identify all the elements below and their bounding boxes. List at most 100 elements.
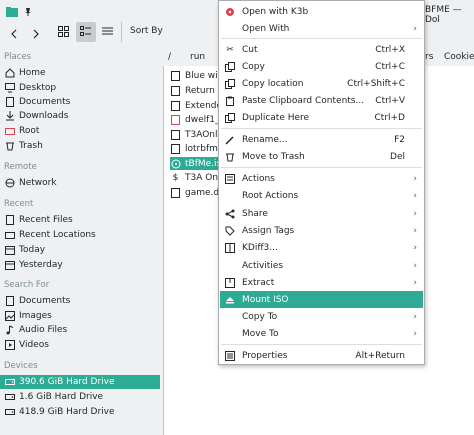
window-title-fragment: BFME — Dol [425, 5, 462, 25]
sidebar-item-recent-files[interactable]: Recent Files [0, 213, 160, 227]
menu-item-root-actions[interactable]: Root Actions › [220, 187, 423, 204]
forward-icon[interactable] [26, 24, 46, 44]
menu-item-duplicate[interactable]: Duplicate Here Ctrl+D [220, 109, 423, 126]
file-item[interactable]: $ T3A Onli [170, 171, 223, 184]
video-icon [4, 339, 16, 351]
documents-icon [4, 96, 16, 108]
sidebar-item-network[interactable]: Network [0, 176, 160, 190]
network-icon [4, 177, 16, 189]
file-item[interactable]: dwelf1_ [170, 113, 220, 126]
hard-drive-icon [4, 391, 16, 403]
sort-by-button[interactable]: Sort By [130, 26, 163, 36]
menu-label: Copy location [242, 78, 304, 89]
sidebar-item-home[interactable]: Home [0, 66, 160, 80]
sidebar-item-recent-locations[interactable]: Recent Locations [0, 228, 160, 242]
sidebar-item-label: Audio Files [19, 325, 68, 335]
menu-item-activities[interactable]: Activities › [220, 257, 423, 274]
menu-item-kdiff3[interactable]: KDiff3... › [220, 239, 423, 256]
chevron-right-icon: › [413, 277, 417, 288]
menu-item-share[interactable]: Share › [220, 205, 423, 222]
menu-label: Actions [242, 173, 275, 184]
menu-item-mount-iso[interactable]: Mount ISO [220, 291, 423, 308]
cut-icon: ✂ [226, 44, 234, 55]
menu-shortcut: F2 [394, 134, 405, 145]
breadcrumb-folder[interactable]: rs [425, 52, 433, 62]
sidebar-item-yesterday[interactable]: Yesterday [0, 258, 160, 272]
sidebar-item-label: Trash [19, 141, 43, 151]
sidebar-item-downloads[interactable]: Downloads [0, 109, 160, 123]
menu-item-paste[interactable]: Paste Clipboard Contents... Ctrl+V [220, 92, 423, 109]
sidebar-item-audio[interactable]: Audio Files [0, 323, 160, 337]
menu-label: Copy To [242, 311, 278, 322]
desktop-icon [4, 82, 16, 94]
file-item[interactable]: Extende [170, 99, 222, 112]
script-icon: $ [172, 172, 179, 183]
sidebar-item-trash[interactable]: Trash [0, 139, 160, 153]
menu-item-open-with[interactable]: Open With › [220, 20, 423, 37]
menu-item-copy-to[interactable]: Copy To › [220, 308, 423, 325]
sidebar-item-search-documents[interactable]: Documents [0, 294, 160, 308]
sidebar-item-today[interactable]: Today [0, 243, 160, 257]
menu-label: Activities [242, 260, 284, 271]
menu-item-move-to[interactable]: Move To › [220, 325, 423, 342]
chevron-right-icon: › [413, 173, 417, 184]
menu-shortcut: Del [390, 151, 405, 162]
sidebar-item-root[interactable]: Root [0, 124, 160, 138]
menu-separator [221, 344, 422, 345]
pin-icon[interactable] [18, 2, 38, 22]
menu-item-copy-location[interactable]: Copy location Ctrl+Shift+C [220, 75, 423, 92]
file-item-selected[interactable]: tBfMe.is [170, 157, 226, 170]
file-item[interactable]: lotrbfme [170, 142, 223, 155]
calendar-icon [4, 244, 16, 256]
blank-icon [224, 311, 236, 323]
menu-item-copy[interactable]: Copy Ctrl+C [220, 58, 423, 75]
file-name: tBfMe.is [185, 158, 222, 169]
menu-item-properties[interactable]: Properties Alt+Return [220, 347, 423, 364]
rename-icon [224, 134, 236, 146]
image-icon [4, 310, 16, 322]
details-view-icon[interactable] [98, 22, 118, 42]
sidebar-item-images[interactable]: Images [0, 309, 160, 323]
file-name: dwelf1_ [185, 114, 220, 125]
menu-item-actions[interactable]: Actions › [220, 170, 423, 187]
menu-shortcut: Ctrl+Shift+C [347, 78, 405, 89]
menu-item-cut[interactable]: ✂ Cut Ctrl+X [220, 41, 423, 58]
menu-item-rename[interactable]: Rename... F2 [220, 131, 423, 148]
compact-view-icon[interactable] [76, 22, 96, 42]
eject-icon [224, 294, 236, 306]
sidebar-item-label: Images [19, 311, 52, 321]
chevron-right-icon: › [413, 225, 417, 236]
menu-item-assign-tags[interactable]: Assign Tags › [220, 222, 423, 239]
hard-drive-icon [4, 406, 16, 418]
sidebar-item-videos[interactable]: Videos [0, 338, 160, 352]
sidebar-item-label: Videos [19, 340, 49, 350]
remote-header: Remote [4, 162, 37, 172]
sidebar-item-desktop[interactable]: Desktop [0, 81, 160, 95]
documents-icon [4, 295, 16, 307]
breadcrumb-cookie[interactable]: Cookie [444, 52, 474, 62]
back-icon[interactable] [4, 24, 24, 44]
blank-icon [224, 23, 236, 35]
menu-item-open-with-k3b[interactable]: Open with K3b [220, 3, 423, 20]
icons-view-icon[interactable] [54, 22, 74, 42]
menu-label: Cut [242, 44, 258, 55]
sidebar-item-documents[interactable]: Documents [0, 95, 160, 109]
file-icon [170, 100, 181, 111]
breadcrumb-run[interactable]: run [190, 52, 205, 62]
menu-item-extract[interactable]: Extract › [220, 274, 423, 291]
chevron-right-icon: › [413, 311, 417, 322]
breadcrumb-root[interactable]: / [168, 52, 171, 62]
properties-icon [224, 350, 236, 362]
devices-header: Devices [4, 361, 38, 371]
menu-label: Open with K3b [242, 6, 309, 17]
sidebar-item-device-418[interactable]: 418.9 GiB Hard Drive [0, 405, 160, 419]
copy-icon [224, 61, 236, 73]
file-item[interactable]: Return o [170, 84, 223, 97]
sidebar-item-device-1-6[interactable]: 1.6 GiB Hard Drive [0, 390, 160, 404]
file-item[interactable]: game.da [170, 186, 225, 199]
menu-item-move-to-trash[interactable]: Move to Trash Del [220, 148, 423, 165]
menu-separator [221, 38, 422, 39]
sidebar-item-device-390[interactable]: 390.6 GiB Hard Drive [0, 375, 160, 389]
file-item[interactable]: Blue wiz [170, 69, 222, 82]
menu-shortcut: Ctrl+X [375, 44, 405, 55]
